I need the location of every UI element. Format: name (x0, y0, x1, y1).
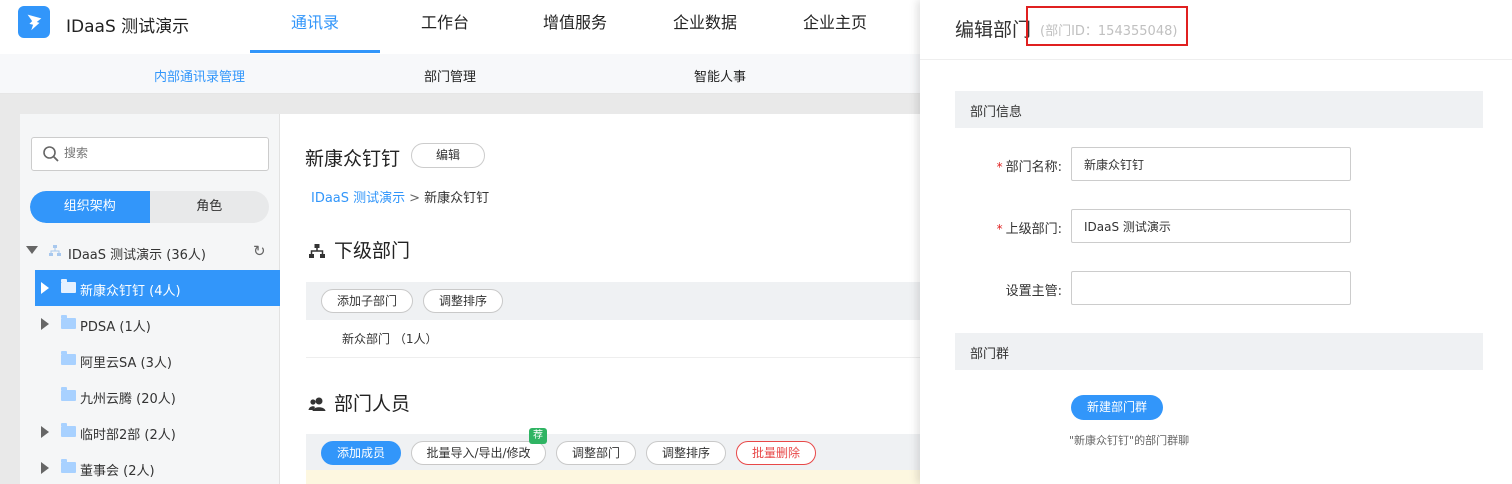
app-title: IDaaS 测试演示 (66, 17, 190, 37)
highlight-annotation (1026, 6, 1188, 46)
search-input[interactable] (64, 146, 254, 160)
search-box[interactable] (31, 137, 269, 171)
org-chart-icon (49, 245, 61, 256)
folder-icon (61, 387, 76, 401)
dept-title: 新康众钉钉 (305, 148, 401, 170)
folder-icon (61, 315, 76, 329)
breadcrumb-separator: > (409, 191, 421, 206)
reorder-subdept-button[interactable]: 调整排序 (423, 289, 503, 313)
org-sidebar: 组织架构 角色 IDaaS 测试演示 (36人) ↻ 新康众钉钉 (4人) PD… (20, 114, 280, 484)
breadcrumb: IDaaS 测试演示 > 新康众钉钉 (311, 187, 489, 206)
parent-dept-label: * 上级部门: (952, 218, 1062, 237)
users-icon (308, 397, 326, 411)
nav-value-added[interactable]: 增值服务 (510, 0, 640, 54)
dingtalk-logo-icon[interactable] (18, 6, 50, 38)
table-row[interactable]: 新众部门 （1人） (306, 320, 920, 358)
search-icon (43, 146, 59, 162)
subdept-heading-label: 下级部门 (334, 240, 411, 262)
tree-node-label: 九州云腾 (20人) (80, 392, 176, 407)
folder-icon (61, 459, 76, 473)
members-heading: 部门人员 (308, 389, 410, 416)
required-mark: * (996, 222, 1003, 236)
add-member-button[interactable]: 添加成员 (321, 441, 401, 465)
batch-delete-button[interactable]: 批量删除 (736, 441, 816, 465)
nav-enterprise-home[interactable]: 企业主页 (770, 0, 900, 54)
tree-node[interactable]: 新康众钉钉 (4人) (35, 270, 280, 306)
tree-node-label: 董事会 (2人) (80, 464, 155, 479)
subnav-dept-management[interactable]: 部门管理 (424, 66, 476, 85)
parent-dept-label-text: 上级部门: (1005, 222, 1062, 237)
org-structure-icon (309, 244, 325, 258)
notice-bar (306, 470, 920, 484)
tree-node[interactable]: 阿里云SA (3人) (35, 342, 280, 378)
drawer-title: 编辑部门 (955, 19, 1032, 41)
caret-right-icon[interactable] (41, 426, 49, 438)
tree-node-label: PDSA (1人) (80, 320, 151, 335)
tab-roles[interactable]: 角色 (150, 191, 270, 223)
nav-enterprise-data[interactable]: 企业数据 (640, 0, 770, 54)
members-heading-label: 部门人员 (334, 393, 411, 415)
dept-name-label: * 部门名称: (952, 156, 1062, 175)
folder-icon (61, 279, 76, 293)
section-dept-info: 部门信息 (955, 91, 1483, 128)
drawer-header: 编辑部门 (部门ID：154355048) (920, 0, 1512, 60)
manager-label: 设置主管: (1005, 284, 1062, 299)
caret-down-icon[interactable] (26, 246, 38, 254)
tree-root-label: IDaaS 测试演示 (36人) (68, 248, 206, 263)
new-dept-group-button[interactable]: 新建部门群 (1071, 395, 1163, 420)
caret-right-icon[interactable] (41, 462, 49, 474)
tree-node[interactable]: PDSA (1人) (35, 306, 280, 342)
members-toolbar: 添加成员 批量导入/导出/修改 荐 调整部门 调整排序 批量删除 (306, 428, 920, 472)
subdept-heading: 下级部门 (308, 236, 410, 263)
adjust-dept-button[interactable]: 调整部门 (556, 441, 636, 465)
tree-node-label: 临时部2部 (2人) (80, 428, 176, 443)
folder-icon (61, 423, 76, 437)
tree-root[interactable]: IDaaS 测试演示 (36人) ↻ (24, 241, 280, 265)
edit-dept-button[interactable]: 编辑 (411, 143, 485, 168)
tree-node[interactable]: 董事会 (2人) (35, 450, 280, 484)
subdept-name: 新众部门 （1人） (342, 332, 438, 346)
dept-name-label-text: 部门名称: (1005, 160, 1062, 175)
nav-contacts[interactable]: 通讯录 (250, 0, 380, 54)
dept-detail-panel: 新康众钉钉 编辑 IDaaS 测试演示 > 新康众钉钉 下级部门 添加子部门 调整排… (280, 114, 920, 484)
batch-import-export-button[interactable]: 批量导入/导出/修改 (411, 441, 546, 465)
dept-name-input[interactable] (1071, 147, 1351, 181)
tree-node-label: 新康众钉钉 (4人) (80, 284, 181, 299)
view-toggle: 组织架构 角色 (30, 191, 269, 223)
parent-dept-input[interactable] (1071, 209, 1351, 243)
caret-right-icon[interactable] (41, 318, 49, 330)
required-mark: * (996, 160, 1003, 174)
folder-icon (61, 351, 76, 365)
breadcrumb-current: 新康众钉钉 (424, 191, 490, 206)
subnav-internal-contacts[interactable]: 内部通讯录管理 (154, 66, 245, 85)
tree-node-label: 阿里云SA (3人) (80, 356, 172, 371)
section-dept-group: 部门群 (955, 333, 1483, 370)
tab-org-structure[interactable]: 组织架构 (30, 191, 150, 223)
subdept-toolbar: 添加子部门 调整排序 (306, 282, 920, 320)
tree-node[interactable]: 临时部2部 (2人) (35, 414, 280, 450)
edit-dept-drawer: 编辑部门 (部门ID：154355048) 部门信息 *部门名称: *上级部门:… (920, 0, 1512, 484)
caret-right-icon[interactable] (41, 282, 49, 294)
main-nav: 通讯录 工作台 增值服务 企业数据 企业主页 (250, 0, 900, 54)
recommend-badge: 荐 (529, 428, 547, 444)
add-subdept-button[interactable]: 添加子部门 (321, 289, 413, 313)
refresh-icon[interactable]: ↻ (253, 242, 266, 260)
manager-input[interactable] (1071, 271, 1351, 305)
breadcrumb-root-link[interactable]: IDaaS 测试演示 (311, 191, 405, 206)
subnav-smart-hr[interactable]: 智能人事 (694, 66, 746, 85)
reorder-members-button[interactable]: 调整排序 (646, 441, 726, 465)
dept-group-hint: "新康众钉钉"的部门群聊 (1069, 434, 1190, 447)
tree-node[interactable]: 九州云腾 (20人) (35, 378, 280, 414)
nav-workbench[interactable]: 工作台 (380, 0, 510, 54)
